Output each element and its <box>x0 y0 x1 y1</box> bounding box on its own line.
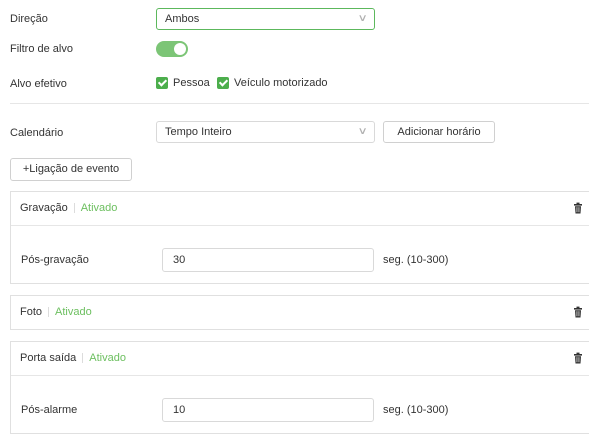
post-recording-label: Pós-gravação <box>21 254 89 266</box>
output-panel-header: Porta saída Ativado <box>11 342 589 375</box>
chevron-down-icon: ∨ <box>357 13 368 24</box>
trash-icon[interactable] <box>573 296 583 329</box>
chevron-down-icon: ∨ <box>357 126 368 137</box>
photo-panel-header: Foto Ativado <box>11 296 589 329</box>
header-separator <box>73 203 75 214</box>
calendar-select[interactable]: Tempo Inteiro ∨ <box>156 121 375 143</box>
photo-title: Foto <box>20 306 43 318</box>
check-icon[interactable] <box>217 77 229 90</box>
direction-value: Ambos <box>165 13 200 25</box>
output-panel-body: Pós-alarme 10 seg. (10-300) <box>11 375 589 434</box>
recording-status: Ativado <box>80 202 118 214</box>
section-divider <box>10 103 589 104</box>
post-recording-input[interactable]: 30 <box>162 248 374 272</box>
post-alarm-unit: seg. (10-300) <box>383 404 449 416</box>
event-link-button[interactable]: +Ligação de evento <box>10 158 132 181</box>
target-vehicle-label: Veículo motorizado <box>234 77 328 89</box>
post-recording-unit: seg. (10-300) <box>383 254 449 266</box>
toggle-knob <box>174 43 186 55</box>
target-person-option[interactable]: Pessoa <box>156 77 210 90</box>
direction-label: Direção <box>10 13 48 25</box>
check-icon[interactable] <box>156 77 168 90</box>
photo-status: Ativado <box>55 306 92 318</box>
output-title: Porta saída <box>20 352 77 364</box>
post-alarm-input[interactable]: 10 <box>162 398 374 422</box>
post-alarm-label: Pós-alarme <box>21 404 78 416</box>
recording-panel-header: Gravação Ativado <box>11 192 589 225</box>
target-filter-toggle[interactable] <box>156 41 188 57</box>
output-panel: Porta saída Ativado Pós-alarme 10 seg. (1… <box>10 341 589 434</box>
trash-icon[interactable] <box>573 192 583 225</box>
trash-icon[interactable] <box>573 342 583 375</box>
add-schedule-button[interactable]: Adicionar horário <box>383 121 495 143</box>
recording-title: Gravação <box>20 202 68 214</box>
calendar-value: Tempo Inteiro <box>165 126 232 138</box>
photo-panel: Foto Ativado <box>10 295 589 330</box>
header-separator <box>82 353 84 364</box>
direction-select[interactable]: Ambos ∨ <box>156 8 375 30</box>
recording-panel-body: Pós-gravação 30 seg. (10-300) <box>11 225 589 284</box>
recording-panel: Gravação Ativado Pós-gravação 30 seg. (10… <box>10 191 589 284</box>
target-filter-label: Filtro de alvo <box>10 43 73 55</box>
target-person-label: Pessoa <box>173 77 210 89</box>
output-status: Ativado <box>89 352 126 364</box>
effective-target-label: Alvo efetivo <box>10 78 67 90</box>
header-separator <box>48 307 50 318</box>
calendar-label: Calendário <box>10 127 64 139</box>
target-vehicle-option[interactable]: Veículo motorizado <box>217 77 328 90</box>
